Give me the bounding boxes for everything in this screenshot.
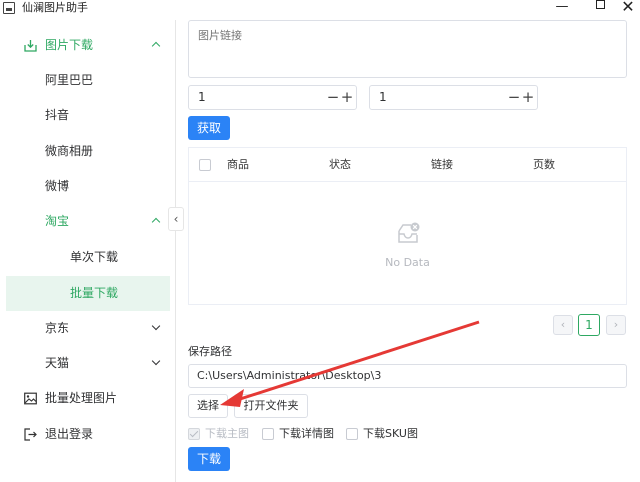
table-header: 商品 状态 链接 页数 bbox=[189, 148, 626, 182]
app-logo-icon bbox=[3, 2, 15, 14]
image-icon bbox=[24, 392, 37, 405]
link-input[interactable] bbox=[188, 20, 627, 78]
next-page-button[interactable]: › bbox=[606, 315, 626, 335]
empty-text: No Data bbox=[385, 256, 430, 269]
sidebar-item-label: 阿里巴巴 bbox=[45, 73, 94, 87]
column-header-link: 链接 bbox=[431, 158, 453, 171]
detail-image-checkbox[interactable] bbox=[262, 428, 274, 440]
end-page-value: 1 bbox=[379, 90, 387, 104]
sidebar-item-alibaba[interactable]: 阿里巴巴 bbox=[0, 63, 176, 98]
increment-button[interactable]: + bbox=[521, 87, 535, 109]
column-header-pages: 页数 bbox=[533, 158, 555, 171]
save-path-label: 保存路径 bbox=[188, 345, 232, 358]
sku-image-label: 下载SKU图 bbox=[363, 427, 418, 440]
chevron-up-icon bbox=[151, 28, 163, 63]
sidebar-item-tmall[interactable]: 天猫 bbox=[0, 346, 176, 381]
sidebar-item-label: 退出登录 bbox=[45, 427, 94, 441]
window-title: 仙澜图片助手 bbox=[22, 1, 88, 14]
save-path-input[interactable]: C:\Users\Administrator\Desktop\3 bbox=[188, 364, 627, 388]
current-page[interactable]: 1 bbox=[578, 314, 600, 336]
column-header-status: 状态 bbox=[329, 158, 351, 171]
sidebar-item-label: 批量处理图片 bbox=[45, 391, 118, 405]
fetch-button[interactable]: 获取 bbox=[188, 116, 230, 140]
sidebar-item-label: 天猫 bbox=[45, 356, 70, 370]
sidebar-item-label: 抖音 bbox=[45, 108, 70, 122]
sidebar-item-label: 微商相册 bbox=[45, 144, 94, 158]
chevron-down-icon bbox=[151, 311, 163, 346]
main-image-checkbox[interactable] bbox=[188, 428, 200, 440]
sidebar-item-label: 图片下载 bbox=[45, 38, 94, 52]
decrement-button[interactable]: − bbox=[507, 87, 521, 109]
chevron-up-icon bbox=[151, 204, 163, 239]
app-window: 仙澜图片助手 — ✕ 图片下载 阿里巴巴 抖音 微商相册 微博 淘宝 单次下载 … bbox=[0, 0, 640, 482]
sidebar-item-image-download[interactable]: 图片下载 bbox=[0, 28, 176, 63]
open-folder-button[interactable]: 打开文件夹 bbox=[234, 394, 308, 418]
decrement-button[interactable]: − bbox=[326, 87, 340, 109]
sidebar-item-label: 京东 bbox=[45, 321, 70, 335]
logout-icon bbox=[24, 428, 37, 441]
choose-button[interactable]: 选择 bbox=[188, 394, 228, 418]
detail-image-label: 下载详情图 bbox=[279, 427, 334, 440]
start-page-value: 1 bbox=[198, 90, 206, 104]
sidebar-item-label: 微博 bbox=[45, 179, 70, 193]
sidebar-item-weishang[interactable]: 微商相册 bbox=[0, 134, 176, 169]
sidebar: 图片下载 阿里巴巴 抖音 微商相册 微博 淘宝 单次下载 批量下载 京东 天猫 … bbox=[0, 20, 176, 482]
select-all-checkbox[interactable] bbox=[199, 159, 211, 171]
sidebar-item-taobao[interactable]: 淘宝 bbox=[0, 204, 176, 239]
sidebar-item-weibo[interactable]: 微博 bbox=[0, 169, 176, 204]
main-image-label: 下载主图 bbox=[205, 427, 249, 440]
sidebar-item-label: 单次下载 bbox=[70, 250, 119, 264]
download-icon bbox=[24, 40, 37, 52]
sidebar-item-batch-process[interactable]: 批量处理图片 bbox=[0, 381, 176, 416]
chevron-down-icon bbox=[151, 346, 163, 381]
increment-button[interactable]: + bbox=[340, 87, 354, 109]
end-page-stepper[interactable]: 1 − + bbox=[369, 85, 538, 110]
start-page-stepper[interactable]: 1 − + bbox=[188, 85, 357, 110]
results-table: 商品 状态 链接 页数 No Data bbox=[188, 147, 627, 305]
no-data-icon bbox=[398, 222, 420, 243]
sidebar-item-jd[interactable]: 京东 bbox=[0, 311, 176, 346]
sidebar-collapse-button[interactable]: ‹ bbox=[168, 207, 184, 231]
sidebar-item-batch-download[interactable]: 批量下载 bbox=[6, 276, 170, 311]
main-panel: 1 − + 1 − + 获取 商品 状态 链接 页数 No Dat bbox=[188, 0, 640, 482]
column-header-product: 商品 bbox=[227, 158, 249, 171]
sku-image-checkbox[interactable] bbox=[346, 428, 358, 440]
sidebar-item-label: 批量下载 bbox=[70, 286, 119, 300]
download-button[interactable]: 下载 bbox=[188, 447, 230, 471]
sidebar-item-logout[interactable]: 退出登录 bbox=[0, 417, 176, 452]
sidebar-item-label: 淘宝 bbox=[45, 214, 70, 228]
sidebar-item-douyin[interactable]: 抖音 bbox=[0, 98, 176, 133]
prev-page-button[interactable]: ‹ bbox=[553, 315, 573, 335]
sidebar-item-single-download[interactable]: 单次下载 bbox=[0, 240, 176, 275]
